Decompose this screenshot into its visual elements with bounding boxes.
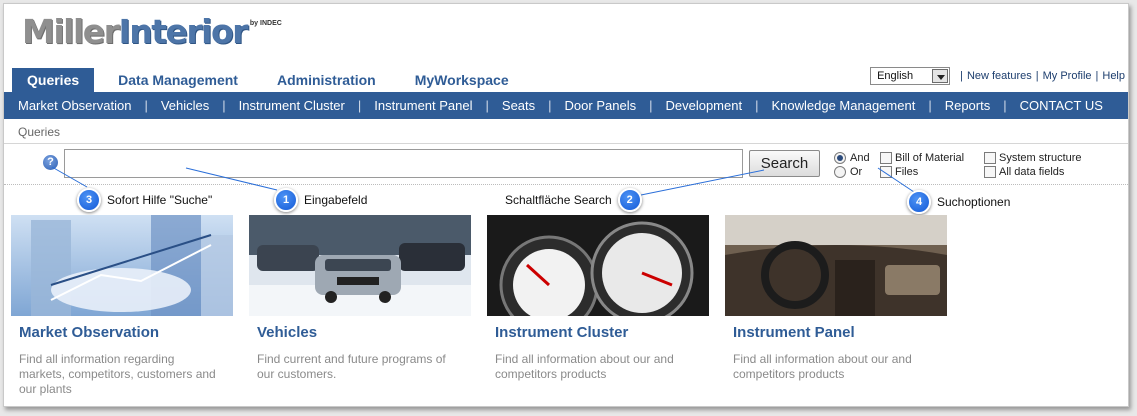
cars-illustration xyxy=(249,215,471,316)
callout-badge: 4 xyxy=(907,190,931,214)
callout-2: Schaltfläche Search 2 xyxy=(505,188,648,212)
callout-1: 1 Eingabefeld xyxy=(274,188,367,212)
dashboard-illustration xyxy=(725,215,947,316)
gauges-illustration xyxy=(487,215,709,316)
callout-badge: 3 xyxy=(77,188,101,212)
card-title[interactable]: Instrument Panel xyxy=(733,324,947,341)
callout-label: Suchoptionen xyxy=(937,195,1011,209)
callout-badge: 2 xyxy=(617,188,642,212)
callout-4: 4 Suchoptionen xyxy=(907,190,1010,214)
card-description: Find all information about our and compe… xyxy=(733,352,912,381)
card-instrument-cluster[interactable]: Instrument Cluster Find all information … xyxy=(487,215,709,382)
card-description: Find current and future programs of our … xyxy=(257,352,446,381)
instrument-cluster-image[interactable] xyxy=(487,215,709,316)
market-observation-image[interactable] xyxy=(11,215,233,316)
card-description: Find all information regarding markets, … xyxy=(19,352,216,396)
chart-buildings-illustration xyxy=(11,215,233,316)
callout-3: 3 Sofort Hilfe "Suche" xyxy=(77,188,212,212)
vehicles-image[interactable] xyxy=(249,215,471,316)
card-instrument-panel[interactable]: Instrument Panel Find all information ab… xyxy=(725,215,947,382)
app-frame: Miller Interior by INDEC Queries Data Ma… xyxy=(3,3,1129,407)
callout-label: Eingabefeld xyxy=(304,193,368,207)
card-title[interactable]: Vehicles xyxy=(257,324,471,341)
card-description: Find all information about our and compe… xyxy=(495,352,674,381)
card-title[interactable]: Instrument Cluster xyxy=(495,324,709,341)
instrument-panel-image[interactable] xyxy=(725,215,947,316)
callout-label: Schaltfläche Search xyxy=(505,193,612,207)
callout-badge: 1 xyxy=(274,188,298,212)
card-title[interactable]: Market Observation xyxy=(19,324,233,341)
callout-label: Sofort Hilfe "Suche" xyxy=(107,193,213,207)
card-vehicles[interactable]: Vehicles Find current and future program… xyxy=(249,215,471,382)
card-market-observation[interactable]: Market Observation Find all information … xyxy=(11,215,233,397)
